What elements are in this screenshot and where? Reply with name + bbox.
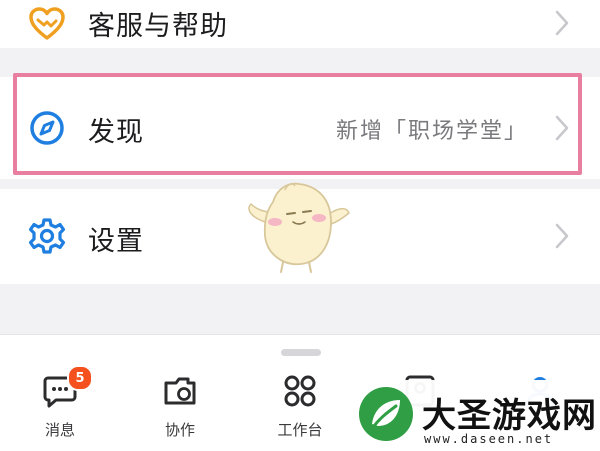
leaf-logo-icon xyxy=(359,387,413,441)
menu-item-help[interactable]: 客服与帮助 xyxy=(0,0,600,48)
drag-handle[interactable] xyxy=(281,349,321,356)
menu-item-discover[interactable]: 发现 新增「职场学堂」 xyxy=(0,77,600,179)
tab-messages-label: 消息 xyxy=(44,421,75,439)
unread-count-badge: 5 xyxy=(67,365,93,391)
watermark-title: 大圣游戏网 xyxy=(422,396,597,436)
watermark-url: www.daseen.net xyxy=(424,432,554,446)
tab-messages[interactable]: 5 消息 xyxy=(20,365,100,443)
settings-label: 设置 xyxy=(88,226,144,257)
chevron-right-icon xyxy=(555,115,569,141)
compass-icon xyxy=(30,111,64,145)
chevron-right-icon xyxy=(555,223,569,249)
tab-workbench[interactable]: 工作台 xyxy=(260,373,340,443)
discover-label: 发现 xyxy=(88,117,144,148)
tab-workbench-label: 工作台 xyxy=(277,421,323,439)
help-label: 客服与帮助 xyxy=(88,11,228,42)
tab-collab[interactable]: 协作 xyxy=(140,373,220,443)
gear-icon xyxy=(28,218,66,254)
mascot-sticker-icon xyxy=(248,182,350,273)
chevron-right-icon xyxy=(555,10,569,36)
collab-folder-icon xyxy=(164,377,196,405)
tab-collab-label: 协作 xyxy=(164,421,195,439)
site-watermark: 大圣游戏网 www.daseen.net xyxy=(350,380,600,450)
discover-new-feature-text: 新增「职场学堂」 xyxy=(335,119,528,144)
grid-icon xyxy=(284,375,316,407)
heart-handshake-icon xyxy=(29,7,65,40)
